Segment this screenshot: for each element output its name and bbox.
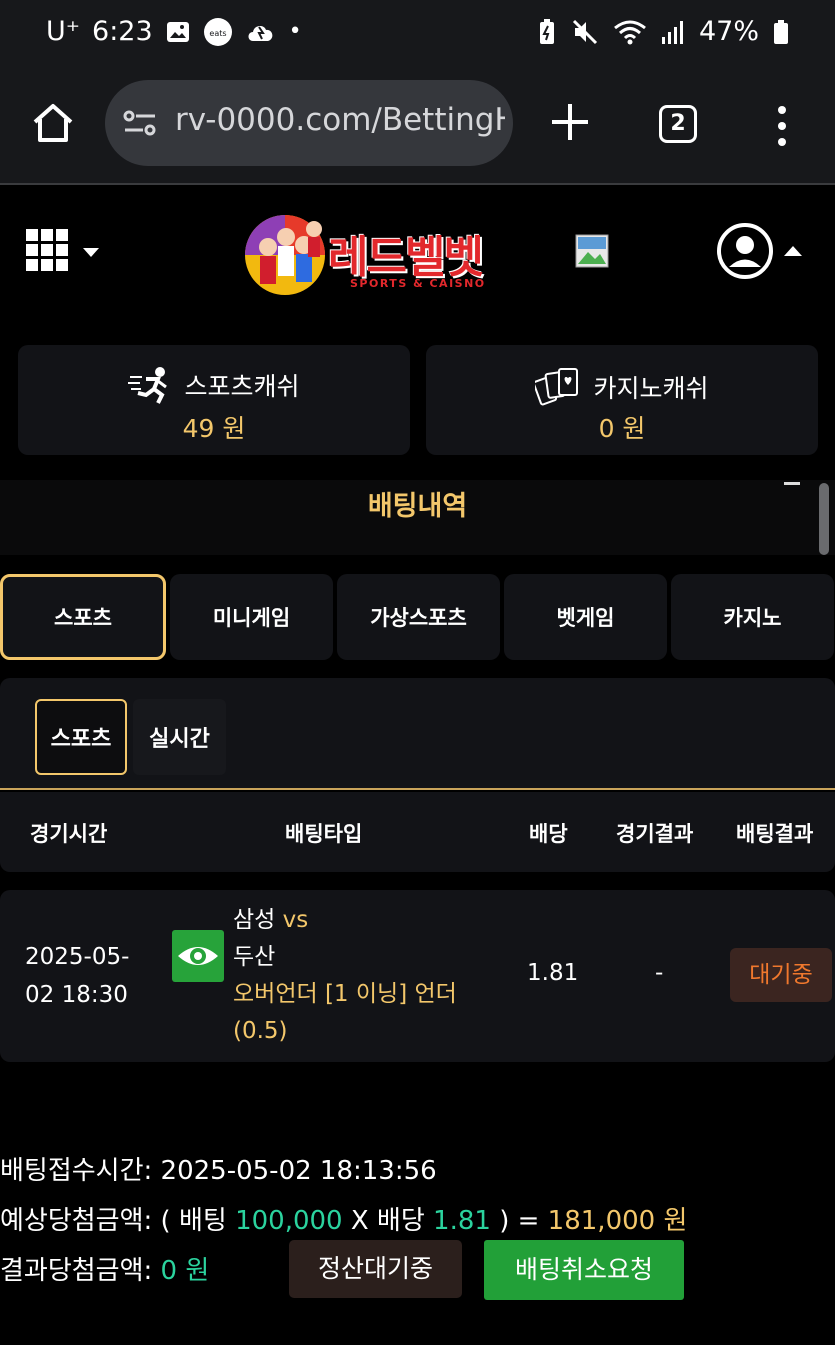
site-settings-icon[interactable] bbox=[123, 108, 159, 138]
tab-casino[interactable]: 카지노 bbox=[671, 574, 834, 660]
runner-icon bbox=[128, 367, 168, 404]
received-time-line: 배팅접수시간: 2025-05-02 18:13:56 bbox=[0, 1150, 437, 1187]
header-bet-type: 배팅타입 bbox=[285, 822, 363, 846]
tab-minigame[interactable]: 미니게임 bbox=[170, 574, 333, 660]
header-game-time: 경기시간 bbox=[30, 822, 108, 846]
user-account-icon[interactable] bbox=[716, 222, 806, 282]
signal-icon bbox=[661, 20, 683, 44]
address-bar[interactable]: rv-0000.com/BettingH bbox=[105, 80, 513, 166]
expected-amount: 181,000 원 bbox=[547, 1206, 688, 1236]
sub-tab-panel: 스포츠 실시간 bbox=[0, 678, 835, 790]
time-label: 6:23 bbox=[92, 16, 153, 47]
bet-amount: 100,000 bbox=[235, 1206, 343, 1236]
subtab-live[interactable]: 실시간 bbox=[133, 699, 226, 775]
subtab-sports[interactable]: 스포츠 bbox=[35, 699, 127, 775]
received-label: 배팅접수시간: bbox=[0, 1156, 161, 1186]
grid-menu-icon[interactable] bbox=[26, 229, 104, 275]
result-amount: 0 원 bbox=[160, 1256, 210, 1286]
wifi-icon bbox=[614, 20, 646, 44]
status-bar: U⁺ 6:23 eats • 47% bbox=[0, 0, 835, 70]
equals-label: ) = bbox=[490, 1206, 548, 1236]
result-label: 결과당첨금액: bbox=[0, 1256, 161, 1286]
status-badge: 대기중 bbox=[730, 948, 832, 1002]
summary-odds: 1.81 bbox=[433, 1206, 491, 1236]
expected-win-line: 예상당첨금액: ( 배팅 100,000 X 배당 1.81 ) = 181,0… bbox=[0, 1200, 687, 1237]
cancel-bet-request-button[interactable]: 배팅취소요청 bbox=[484, 1240, 684, 1300]
header-game-result: 경기결과 bbox=[616, 822, 694, 846]
page-title: 배팅내역 bbox=[0, 480, 835, 555]
bet-info: 삼성 vs 두산 오버언더 [1 이닝] 언더 (0.5) bbox=[233, 902, 503, 1050]
header-bet-result: 배팅결과 bbox=[736, 822, 814, 846]
mute-icon bbox=[572, 19, 598, 44]
team-home: 삼성 bbox=[233, 907, 276, 933]
battery-saver-icon bbox=[539, 18, 554, 44]
home-icon[interactable] bbox=[30, 100, 76, 146]
category-tabs: 스포츠 미니게임 가상스포츠 벳게임 카지노 bbox=[0, 574, 835, 660]
tab-switcher-button[interactable]: 2 bbox=[659, 105, 697, 143]
logo-subtitle: SPORTS & CAISNO bbox=[350, 277, 486, 290]
site-logo[interactable]: 레드벨벳 SPORTS & CAISNO bbox=[240, 207, 510, 297]
scrollbar[interactable] bbox=[819, 483, 829, 555]
tab-virtual-sports[interactable]: 가상스포츠 bbox=[337, 574, 500, 660]
battery-percent: 47% bbox=[698, 16, 759, 47]
game-result-value: - bbox=[655, 960, 664, 986]
tab-betgame[interactable]: 벳게임 bbox=[504, 574, 667, 660]
casino-cash-card[interactable]: 카지노캐쉬 0 원 bbox=[426, 345, 818, 455]
site-header: 레드벨벳 SPORTS & CAISNO bbox=[0, 187, 835, 337]
tab-sports[interactable]: 스포츠 bbox=[0, 574, 166, 660]
sports-cash-label: 스포츠캐쉬 bbox=[184, 372, 300, 401]
playing-cards-icon bbox=[535, 368, 579, 406]
team-away: 두산 bbox=[233, 944, 276, 970]
logo-emblem-icon bbox=[245, 215, 325, 295]
settle-pending-button[interactable]: 정산대기중 bbox=[289, 1240, 462, 1298]
vs-label: vs bbox=[282, 907, 309, 933]
sports-cash-card[interactable]: 스포츠캐쉬 49 원 bbox=[18, 345, 410, 455]
header-odds: 배당 bbox=[529, 822, 568, 846]
carrier-label: U⁺ bbox=[46, 16, 81, 47]
eye-icon bbox=[178, 947, 218, 965]
result-win-line: 결과당첨금액: 0 원 bbox=[0, 1250, 209, 1287]
url-text[interactable]: rv-0000.com/BettingH bbox=[175, 102, 505, 138]
x-odds-label: X 배당 bbox=[342, 1206, 434, 1236]
cloud-sync-icon bbox=[248, 25, 273, 41]
game-time: 2025-05-02 18:30 bbox=[25, 944, 130, 1008]
logo-text: 레드벨벳 bbox=[328, 232, 484, 283]
gallery-icon bbox=[166, 21, 189, 42]
new-tab-icon[interactable] bbox=[548, 100, 592, 144]
divider bbox=[784, 482, 800, 485]
svg-text:eats: eats bbox=[209, 29, 226, 38]
eats-app-icon: eats bbox=[203, 17, 232, 46]
odds-value: 1.81 bbox=[527, 960, 579, 986]
casino-cash-label: 카지노캐쉬 bbox=[593, 374, 709, 403]
casino-cash-amount: 0 원 bbox=[598, 414, 646, 443]
bet-detail: 오버언더 [1 이닝] 언더 (0.5) bbox=[233, 981, 457, 1044]
battery-icon bbox=[774, 19, 788, 44]
dot-indicator-icon: • bbox=[288, 19, 302, 44]
browser-toolbar: rv-0000.com/BettingH 2 bbox=[0, 70, 835, 185]
table-header: 경기시간 배팅타입 배당 경기결과 배팅결과 bbox=[0, 792, 835, 872]
sports-cash-amount: 49 원 bbox=[182, 414, 246, 443]
table-row: 2025-05-02 18:30 삼성 vs 두산 오버언더 [1 이닝] 언더… bbox=[0, 890, 835, 1062]
expected-label: 예상당첨금액: ( 배팅 bbox=[0, 1206, 236, 1236]
more-menu-icon[interactable] bbox=[771, 104, 793, 148]
broken-image-icon bbox=[575, 234, 609, 268]
received-time: 2025-05-02 18:13:56 bbox=[160, 1156, 437, 1186]
view-details-button[interactable] bbox=[172, 930, 224, 982]
